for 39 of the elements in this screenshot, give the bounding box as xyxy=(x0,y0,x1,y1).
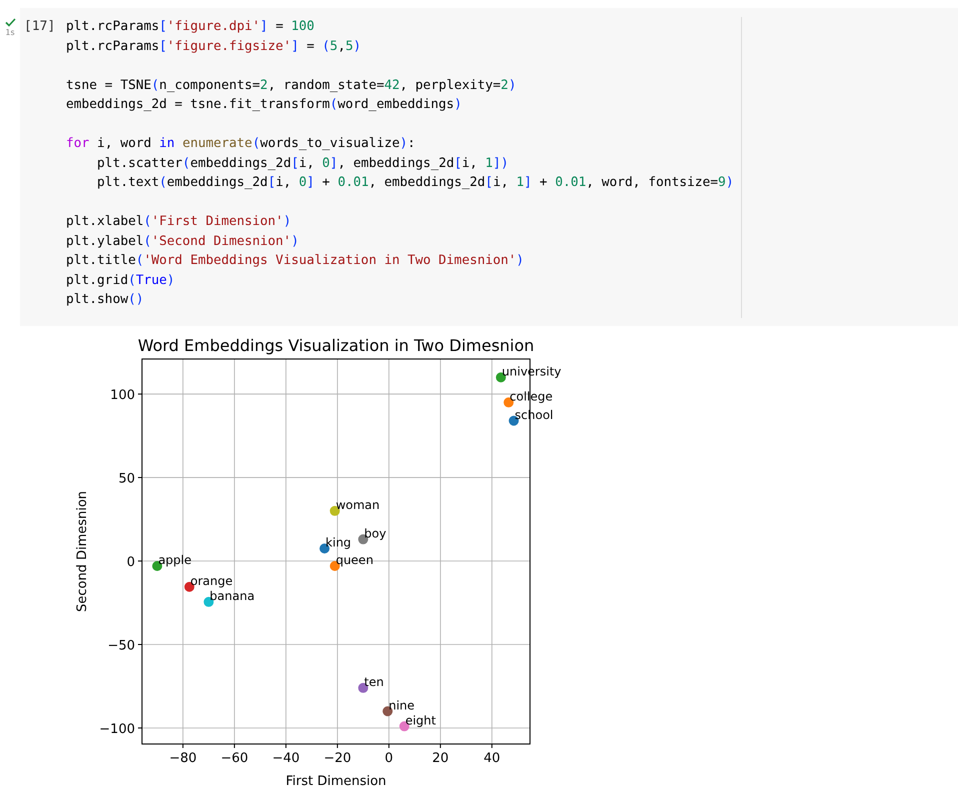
code-line: for i, word in enumerate(words_to_visualize): xyxy=(66,135,416,153)
y-tick-label: −100 xyxy=(99,721,135,736)
execution-count: [17] xyxy=(23,18,56,36)
point-label: eight xyxy=(405,712,436,727)
x-tick-label: 40 xyxy=(484,750,500,766)
point-label: banana xyxy=(210,588,255,602)
code-line: plt.rcParams['figure.figsize'] = (5,5) xyxy=(66,38,362,56)
code-line: plt.scatter(embeddings_2d[i, 0], embeddings_2d[i, 1]) xyxy=(96,154,510,172)
y-axis-label: Second Dimesnion xyxy=(75,490,90,612)
x-tick-label: −20 xyxy=(324,750,352,766)
chart-title: Word Embeddings Visualization in Two Dimesnion xyxy=(138,336,534,354)
y-tick-label: 0 xyxy=(126,554,135,570)
x-axis-label: First Dimension xyxy=(286,774,386,788)
point-label: apple xyxy=(158,552,192,567)
code-line: plt.rcParams['figure.dpi'] = 100 xyxy=(66,18,316,36)
x-tick-label: 0 xyxy=(384,750,394,766)
code-line: embeddings_2d = tsne.fit_transform(word_embeddings) xyxy=(66,96,463,114)
point-label: ten xyxy=(364,674,384,688)
x-tick-label: −40 xyxy=(272,750,300,766)
x-tick-label: −80 xyxy=(169,750,197,766)
x-tick-label: 20 xyxy=(432,750,449,766)
y-tick-label: −50 xyxy=(108,638,135,653)
point-label: nine xyxy=(388,698,415,712)
code-line: plt.show() xyxy=(66,291,145,309)
point-label: queen xyxy=(336,552,374,567)
y-tick-label: 50 xyxy=(118,471,135,486)
point-label: orange xyxy=(190,573,233,588)
code-line: plt.grid(True) xyxy=(66,272,176,290)
x-tick-label: −60 xyxy=(220,750,248,766)
run-duration: 1s xyxy=(5,28,15,37)
code-line: tsne = TSNE(n_components=2, random_state=42, perplexity=2) xyxy=(66,76,518,94)
point-label: king xyxy=(326,535,352,549)
y-tick-label: 100 xyxy=(110,388,135,403)
code-line: plt.ylabel('Second Dimesnion') xyxy=(66,232,300,250)
point-label: woman xyxy=(336,497,380,512)
point-label: boy xyxy=(364,526,386,540)
code-line: plt.title('Word Embeddings Visualization in Two Dimesnion') xyxy=(66,252,525,270)
code-line: plt.xlabel('First Dimension') xyxy=(66,213,292,231)
code-line: plt.text(embeddings_2d[i, 0] + 0.01, embeddings_2d[i, 1] + 0.01, word, fontsize=9) xyxy=(96,174,735,192)
